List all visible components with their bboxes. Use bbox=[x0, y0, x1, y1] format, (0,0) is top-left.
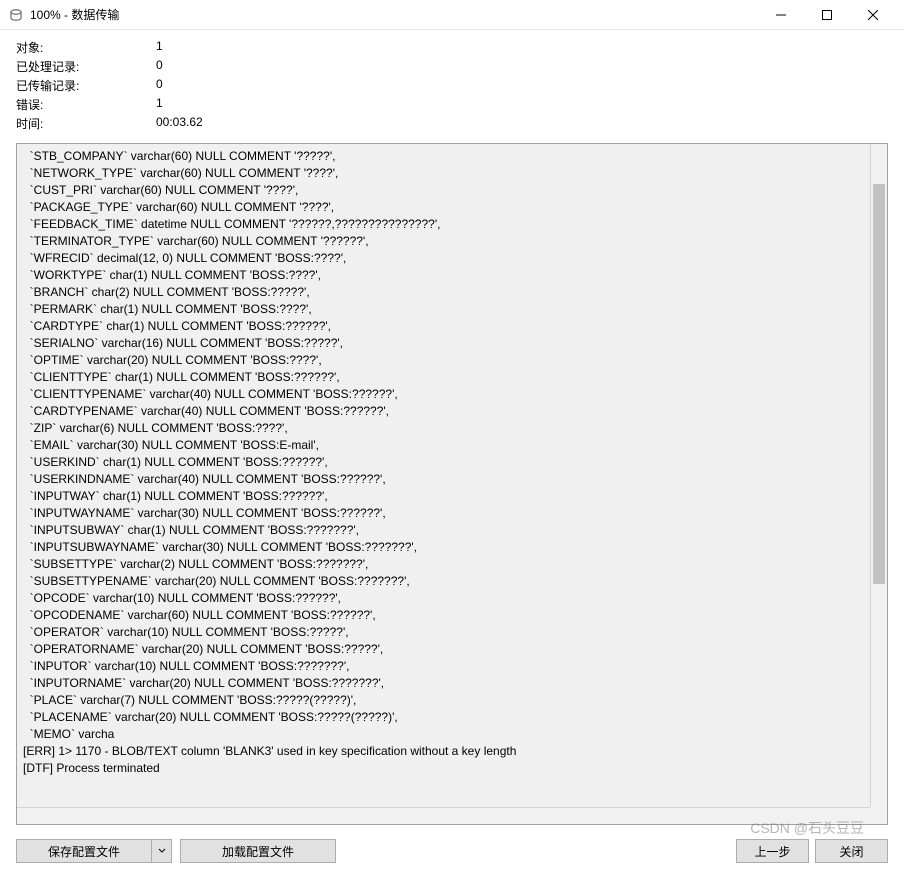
stat-row-objects: 对象: 1 bbox=[16, 38, 203, 57]
log-line: `INPUTWAYNAME` varchar(30) NULL COMMENT … bbox=[23, 505, 881, 522]
log-line: `USERKINDNAME` varchar(40) NULL COMMENT … bbox=[23, 471, 881, 488]
titlebar: 100% - 数据传输 bbox=[0, 0, 904, 30]
log-line: [ERR] 1> 1170 - BLOB/TEXT column 'BLANK3… bbox=[23, 743, 881, 760]
stats-table: 对象: 1 已处理记录: 0 已传输记录: 0 错误: 1 时间: 00:03.… bbox=[16, 38, 203, 133]
scroll-corner bbox=[870, 807, 887, 824]
load-config-button[interactable]: 加载配置文件 bbox=[180, 839, 336, 863]
stat-label: 错误: bbox=[16, 95, 156, 114]
close-dialog-button[interactable]: 关闭 bbox=[815, 839, 888, 863]
stat-label: 已传输记录: bbox=[16, 76, 156, 95]
log-line: `USERKIND` char(1) NULL COMMENT 'BOSS:??… bbox=[23, 454, 881, 471]
log-line: `FEEDBACK_TIME` datetime NULL COMMENT '?… bbox=[23, 216, 881, 233]
log-line: `SERIALNO` varchar(16) NULL COMMENT 'BOS… bbox=[23, 335, 881, 352]
log-line: `INPUTWAY` char(1) NULL COMMENT 'BOSS:??… bbox=[23, 488, 881, 505]
stat-value: 0 bbox=[156, 76, 203, 95]
log-line: `INPUTORNAME` varchar(20) NULL COMMENT '… bbox=[23, 675, 881, 692]
scroll-thumb[interactable] bbox=[873, 184, 885, 584]
stat-row-processed: 已处理记录: 0 bbox=[16, 57, 203, 76]
log-line: `OPERATOR` varchar(10) NULL COMMENT 'BOS… bbox=[23, 624, 881, 641]
close-button[interactable] bbox=[850, 0, 896, 30]
log-line: `PERMARK` char(1) NULL COMMENT 'BOSS:???… bbox=[23, 301, 881, 318]
save-config-button[interactable]: 保存配置文件 bbox=[16, 839, 152, 863]
log-line: `SUBSETTYPENAME` varchar(20) NULL COMMEN… bbox=[23, 573, 881, 590]
log-line: `OPCODENAME` varchar(60) NULL COMMENT 'B… bbox=[23, 607, 881, 624]
log-line: `CARDTYPENAME` varchar(40) NULL COMMENT … bbox=[23, 403, 881, 420]
log-line: `OPCODE` varchar(10) NULL COMMENT 'BOSS:… bbox=[23, 590, 881, 607]
stat-row-time: 时间: 00:03.62 bbox=[16, 114, 203, 133]
save-config-dropdown[interactable] bbox=[152, 839, 172, 863]
log-line: `STB_COMPANY` varchar(60) NULL COMMENT '… bbox=[23, 148, 881, 165]
log-line: `WORKTYPE` char(1) NULL COMMENT 'BOSS:??… bbox=[23, 267, 881, 284]
prev-button[interactable]: 上一步 bbox=[736, 839, 809, 863]
maximize-button[interactable] bbox=[804, 0, 850, 30]
log-output[interactable]: `STB_COMPANY` varchar(60) NULL COMMENT '… bbox=[17, 144, 887, 824]
stat-value: 1 bbox=[156, 38, 203, 57]
log-line: `INPUTSUBWAY` char(1) NULL COMMENT 'BOSS… bbox=[23, 522, 881, 539]
log-line: `CLIENTTYPE` char(1) NULL COMMENT 'BOSS:… bbox=[23, 369, 881, 386]
log-line: `PLACENAME` varchar(20) NULL COMMENT 'BO… bbox=[23, 709, 881, 726]
log-line: `PACKAGE_TYPE` varchar(60) NULL COMMENT … bbox=[23, 199, 881, 216]
log-panel: `STB_COMPANY` varchar(60) NULL COMMENT '… bbox=[16, 143, 888, 825]
stat-value: 1 bbox=[156, 95, 203, 114]
stat-label: 已处理记录: bbox=[16, 57, 156, 76]
window-title: 100% - 数据传输 bbox=[30, 6, 758, 23]
log-line: `EMAIL` varchar(30) NULL COMMENT 'BOSS:E… bbox=[23, 437, 881, 454]
log-line: `INPUTOR` varchar(10) NULL COMMENT 'BOSS… bbox=[23, 658, 881, 675]
log-line: `PLACE` varchar(7) NULL COMMENT 'BOSS:??… bbox=[23, 692, 881, 709]
vertical-scrollbar[interactable] bbox=[870, 144, 887, 807]
log-line: `CUST_PRI` varchar(60) NULL COMMENT '???… bbox=[23, 182, 881, 199]
chevron-down-icon bbox=[158, 847, 166, 855]
minimize-button[interactable] bbox=[758, 0, 804, 30]
log-line: `OPTIME` varchar(20) NULL COMMENT 'BOSS:… bbox=[23, 352, 881, 369]
app-icon bbox=[8, 7, 24, 23]
log-line: `OPERATORNAME` varchar(20) NULL COMMENT … bbox=[23, 641, 881, 658]
log-line: `BRANCH` char(2) NULL COMMENT 'BOSS:????… bbox=[23, 284, 881, 301]
stat-label: 时间: bbox=[16, 114, 156, 133]
log-line: `CLIENTTYPENAME` varchar(40) NULL COMMEN… bbox=[23, 386, 881, 403]
log-line: `ZIP` varchar(6) NULL COMMENT 'BOSS:????… bbox=[23, 420, 881, 437]
window-controls bbox=[758, 0, 896, 30]
log-line: `MEMO` varcha bbox=[23, 726, 881, 743]
stat-row-errors: 错误: 1 bbox=[16, 95, 203, 114]
log-line: `INPUTSUBWAYNAME` varchar(30) NULL COMME… bbox=[23, 539, 881, 556]
horizontal-scrollbar[interactable] bbox=[17, 807, 870, 824]
log-line: `NETWORK_TYPE` varchar(60) NULL COMMENT … bbox=[23, 165, 881, 182]
stats-panel: 对象: 1 已处理记录: 0 已传输记录: 0 错误: 1 时间: 00:03.… bbox=[0, 30, 904, 137]
log-line: [DTF] Process terminated bbox=[23, 760, 881, 777]
log-line: `SUBSETTYPE` varchar(2) NULL COMMENT 'BO… bbox=[23, 556, 881, 573]
stat-label: 对象: bbox=[16, 38, 156, 57]
stat-value: 0 bbox=[156, 57, 203, 76]
footer-bar: 保存配置文件 加载配置文件 上一步 关闭 bbox=[0, 833, 904, 873]
log-line: `WFRECID` decimal(12, 0) NULL COMMENT 'B… bbox=[23, 250, 881, 267]
stat-row-transferred: 已传输记录: 0 bbox=[16, 76, 203, 95]
log-line: `TERMINATOR_TYPE` varchar(60) NULL COMME… bbox=[23, 233, 881, 250]
stat-value: 00:03.62 bbox=[156, 114, 203, 133]
log-line: `CARDTYPE` char(1) NULL COMMENT 'BOSS:??… bbox=[23, 318, 881, 335]
